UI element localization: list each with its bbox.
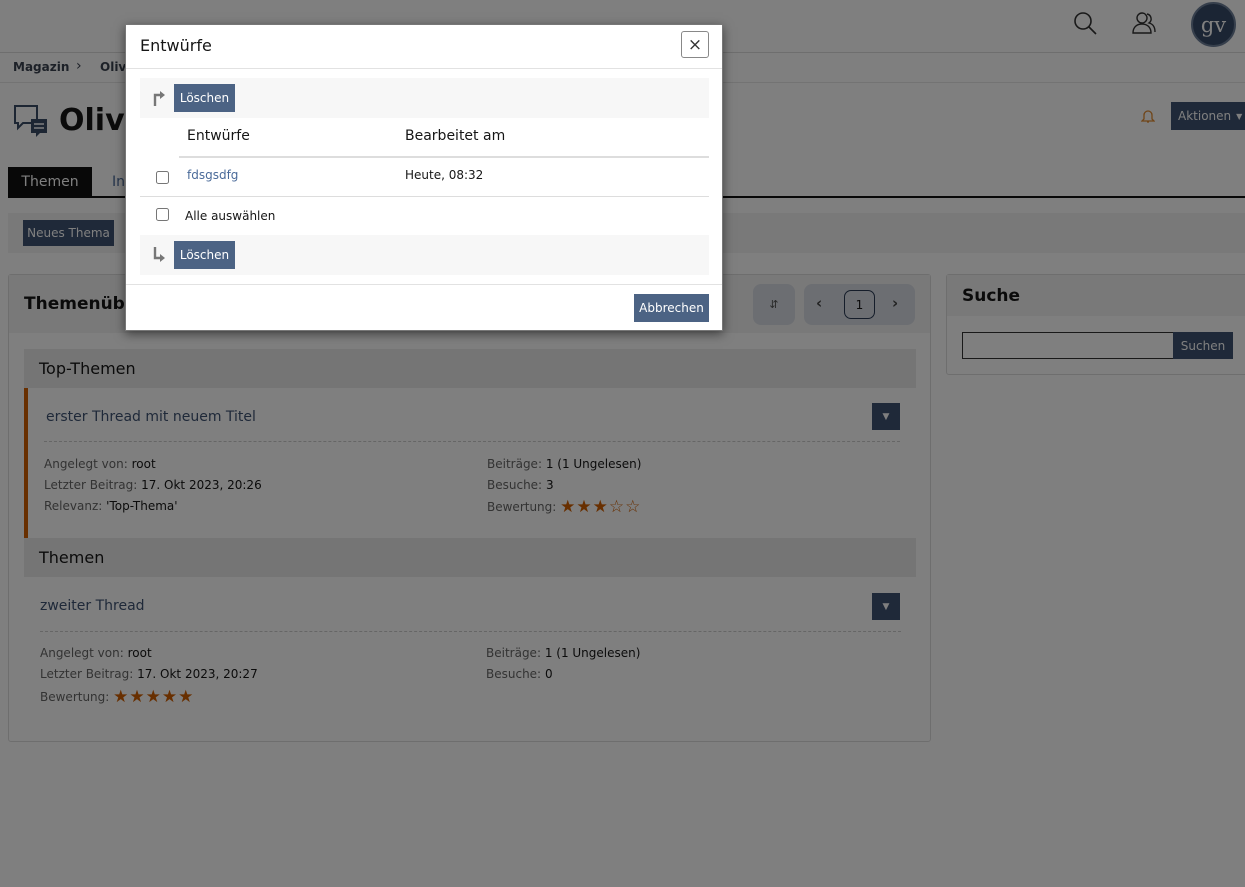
close-button[interactable]: × [681, 31, 709, 58]
column-header-drafts[interactable]: Entwürfe [187, 128, 250, 144]
divider [126, 68, 722, 69]
delete-button[interactable]: Löschen [174, 241, 235, 269]
select-all-label[interactable]: Alle auswählen [185, 209, 275, 223]
row-checkbox[interactable] [156, 171, 169, 184]
cancel-button[interactable]: Abbrechen [634, 294, 709, 322]
drafts-modal: Entwürfe × Löschen Entwürfe Bearbeitet a… [125, 24, 723, 331]
arrow-turn-down-right-icon [153, 247, 165, 262]
modal-title: Entwürfe [140, 36, 212, 55]
divider [126, 284, 722, 285]
draft-edited: Heute, 08:32 [405, 168, 484, 182]
column-header-edited[interactable]: Bearbeitet am [405, 128, 505, 144]
select-all-checkbox[interactable] [156, 208, 169, 221]
divider [179, 156, 709, 158]
draft-link[interactable]: fdsgsdfg [187, 168, 238, 182]
arrow-turn-right-icon [153, 91, 165, 106]
bulk-toolbar-top: Löschen [140, 78, 709, 118]
bulk-toolbar-bottom: Löschen [140, 235, 709, 275]
divider [140, 196, 709, 197]
delete-button[interactable]: Löschen [174, 84, 235, 112]
close-icon: × [687, 34, 703, 55]
